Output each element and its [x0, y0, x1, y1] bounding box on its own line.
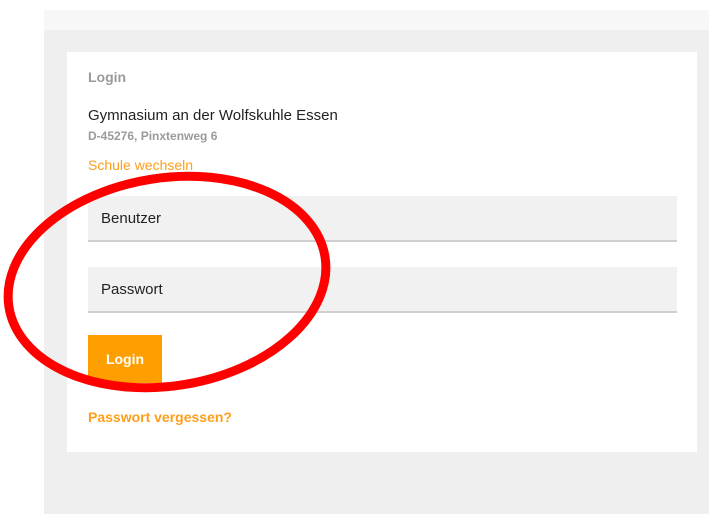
username-input[interactable] — [88, 196, 677, 242]
login-card: Login Gymnasium an der Wolfskuhle Essen … — [67, 52, 697, 452]
school-name: Gymnasium an der Wolfskuhle Essen — [88, 107, 338, 124]
forgot-password-link[interactable]: Passwort vergessen? — [88, 409, 232, 425]
switch-school-link[interactable]: Schule wechseln — [88, 157, 193, 173]
top-strip — [44, 10, 709, 30]
login-button[interactable]: Login — [88, 335, 162, 383]
password-input[interactable] — [88, 267, 677, 313]
school-address: D-45276, Pinxtenweg 6 — [88, 129, 218, 143]
login-title: Login — [88, 69, 127, 85]
